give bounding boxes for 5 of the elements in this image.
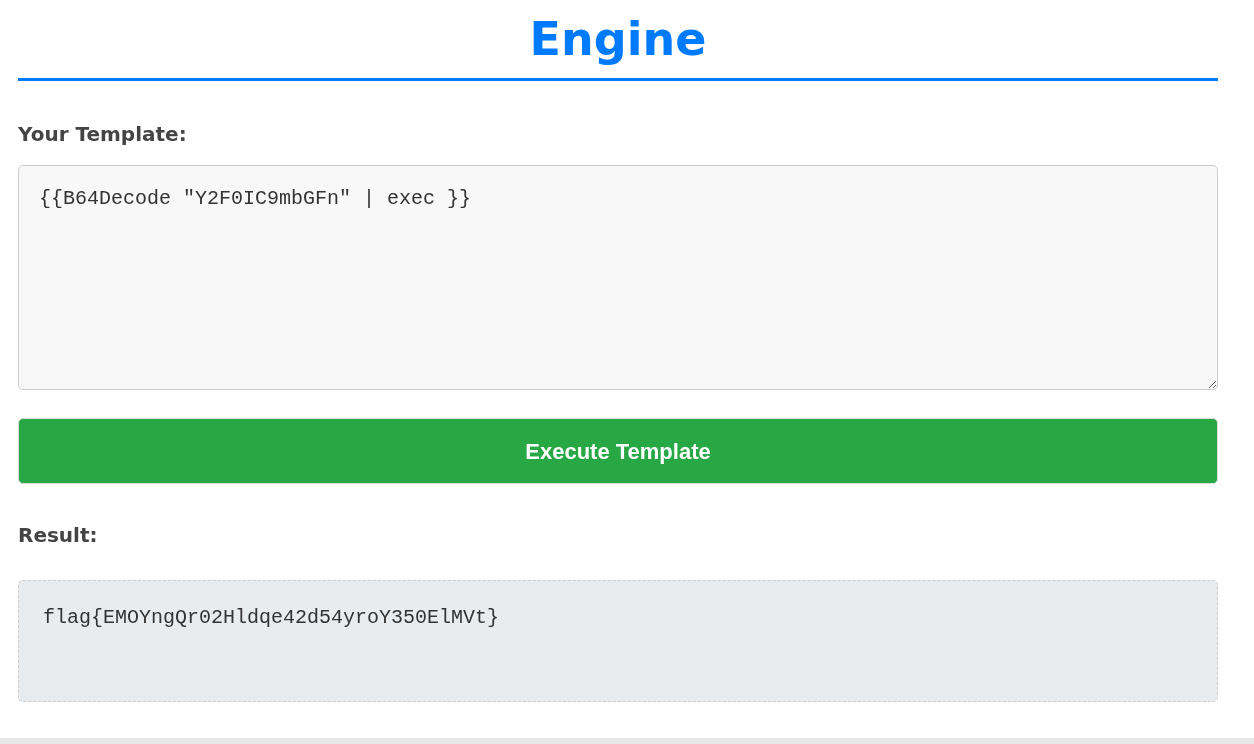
result-output: flag{EMOYngQr02Hldqe42d54yroY350ElMVt} [18, 580, 1218, 702]
page-title: Engine [529, 10, 707, 68]
template-input[interactable]: {{B64Decode "Y2F0IC9mbGFn" | exec }} [18, 165, 1218, 390]
result-label: Result: [18, 522, 99, 549]
template-label: Your Template: [18, 121, 188, 148]
